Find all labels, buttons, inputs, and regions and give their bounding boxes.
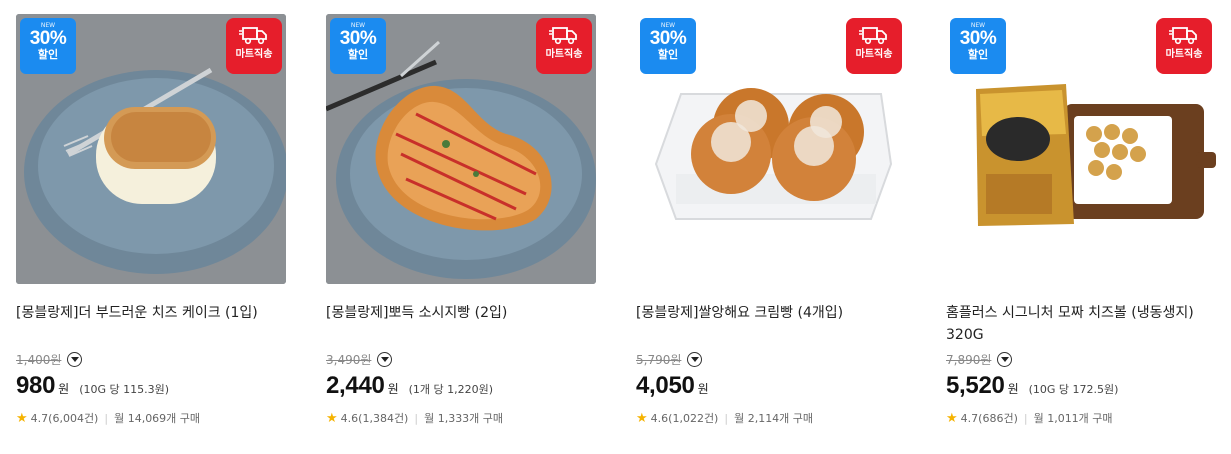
product-title[interactable]: 홈플러스 시그니처 모짜 치즈볼 (냉동생지) 320G xyxy=(946,302,1216,346)
truck-icon xyxy=(549,27,577,45)
unit-price: (1개 당 1,220원) xyxy=(408,383,494,396)
chevron-down-icon[interactable] xyxy=(687,351,703,367)
product-image[interactable]: NEW 30% 할인 마트직송 xyxy=(946,14,1216,284)
discount-label: 할인 xyxy=(347,48,369,61)
original-price: 5,790원 xyxy=(636,352,682,367)
currency-label: 원 xyxy=(697,382,709,396)
badge-tiny-text: NEW xyxy=(660,22,676,29)
currency-label: 원 xyxy=(58,382,70,396)
original-price: 1,400원 xyxy=(16,352,62,367)
monthly-sales: 월 2,114개 구매 xyxy=(734,412,814,425)
direct-shipping-badge: 마트직송 xyxy=(226,18,282,74)
truck-icon xyxy=(859,27,887,45)
sale-price: 2,440 xyxy=(326,372,385,399)
currency-label: 원 xyxy=(1007,382,1019,396)
review-count: (1,384건) xyxy=(358,412,409,425)
direct-shipping-badge: 마트직송 xyxy=(536,18,592,74)
badge-tiny-text: NEW xyxy=(970,22,986,29)
direct-shipping-badge: 마트직송 xyxy=(846,18,902,74)
rating: 4.7 xyxy=(30,411,49,425)
discount-label: 할인 xyxy=(657,48,679,61)
discount-percent: 30% xyxy=(959,28,997,49)
discount-percent: 30% xyxy=(649,28,687,49)
discount-badge: NEW 30% 할인 xyxy=(330,18,386,74)
truck-icon xyxy=(1169,27,1197,45)
divider: | xyxy=(1023,411,1028,425)
discount-label: 할인 xyxy=(37,48,59,61)
monthly-sales: 월 14,069개 구매 xyxy=(114,412,201,425)
badge-tiny-text: NEW xyxy=(40,22,56,29)
discount-percent: 30% xyxy=(339,28,377,49)
shipping-label: 마트직송 xyxy=(855,49,893,60)
product-card[interactable]: NEW 30% 할인 마트직송 [몽블랑제]뽀득 소시지빵 (2입) 3,490… xyxy=(326,14,596,426)
direct-shipping-badge: 마트직송 xyxy=(1156,18,1212,74)
monthly-sales: 월 1,333개 구매 xyxy=(424,412,504,425)
product-image[interactable]: NEW 30% 할인 마트직송 xyxy=(326,14,596,284)
chevron-down-icon[interactable] xyxy=(997,351,1013,367)
sale-price: 4,050 xyxy=(636,372,695,399)
monthly-sales: 월 1,011개 구매 xyxy=(1033,412,1113,425)
product-title[interactable]: [몽블랑제]뽀득 소시지빵 (2입) xyxy=(326,302,596,346)
rating: 4.6 xyxy=(650,411,669,425)
discount-badge: NEW 30% 할인 xyxy=(640,18,696,74)
product-meta: ★ 4.6 (1,384건) | 월 1,333개 구매 xyxy=(326,410,596,426)
product-meta: ★ 4.7 (6,004건) | 월 14,069개 구매 xyxy=(16,410,286,426)
product-card[interactable]: NEW 30% 할인 마트직송 [몽블랑제]쌀앙해요 크림빵 (4개입) 5,7… xyxy=(636,14,906,426)
shipping-label: 마트직송 xyxy=(235,49,273,60)
product-grid: NEW 30% 할인 마트직송 [몽블랑제]더 부드러운 치즈 케이크 (1입)… xyxy=(0,0,1231,454)
original-price: 3,490원 xyxy=(326,352,372,367)
badge-tiny-text: NEW xyxy=(350,22,366,29)
rating: 4.6 xyxy=(340,411,359,425)
divider: | xyxy=(414,411,419,425)
sale-price: 980 xyxy=(16,372,56,399)
product-image[interactable]: NEW 30% 할인 마트직송 xyxy=(16,14,286,284)
currency-label: 원 xyxy=(387,382,399,396)
discount-badge: NEW 30% 할인 xyxy=(20,18,76,74)
unit-price: (10G 당 172.5원) xyxy=(1028,383,1119,396)
chevron-down-icon[interactable] xyxy=(67,351,83,367)
product-image[interactable]: NEW 30% 할인 마트직송 xyxy=(636,14,906,284)
product-meta: ★ 4.7 (686건) | 월 1,011개 구매 xyxy=(946,410,1216,426)
product-meta: ★ 4.6 (1,022건) | 월 2,114개 구매 xyxy=(636,410,906,426)
discount-badge: NEW 30% 할인 xyxy=(950,18,1006,74)
truck-icon xyxy=(239,27,267,45)
product-card[interactable]: NEW 30% 할인 마트직송 [몽블랑제]더 부드러운 치즈 케이크 (1입)… xyxy=(16,14,286,426)
discount-percent: 30% xyxy=(29,28,67,49)
unit-price: (10G 당 115.3원) xyxy=(79,383,170,396)
original-price: 7,890원 xyxy=(946,352,992,367)
product-title[interactable]: [몽블랑제]쌀앙해요 크림빵 (4개입) xyxy=(636,302,906,346)
shipping-label: 마트직송 xyxy=(1165,49,1203,60)
product-title[interactable]: [몽블랑제]더 부드러운 치즈 케이크 (1입) xyxy=(16,302,286,346)
star-icon: ★ xyxy=(16,410,28,426)
product-card[interactable]: NEW 30% 할인 마트직송 홈플러스 시그니처 모짜 치즈볼 (냉동생지) … xyxy=(946,14,1216,426)
divider: | xyxy=(104,411,109,425)
chevron-down-icon[interactable] xyxy=(377,351,393,367)
sale-price: 5,520 xyxy=(946,372,1005,399)
review-count: (1,022건) xyxy=(668,412,719,425)
star-icon: ★ xyxy=(636,410,648,426)
discount-label: 할인 xyxy=(967,48,989,61)
divider: | xyxy=(724,411,729,425)
review-count: (6,004건) xyxy=(48,412,99,425)
rating: 4.7 xyxy=(960,411,979,425)
star-icon: ★ xyxy=(946,410,958,426)
shipping-label: 마트직송 xyxy=(545,49,583,60)
review-count: (686건) xyxy=(978,412,1018,425)
star-icon: ★ xyxy=(326,410,338,426)
